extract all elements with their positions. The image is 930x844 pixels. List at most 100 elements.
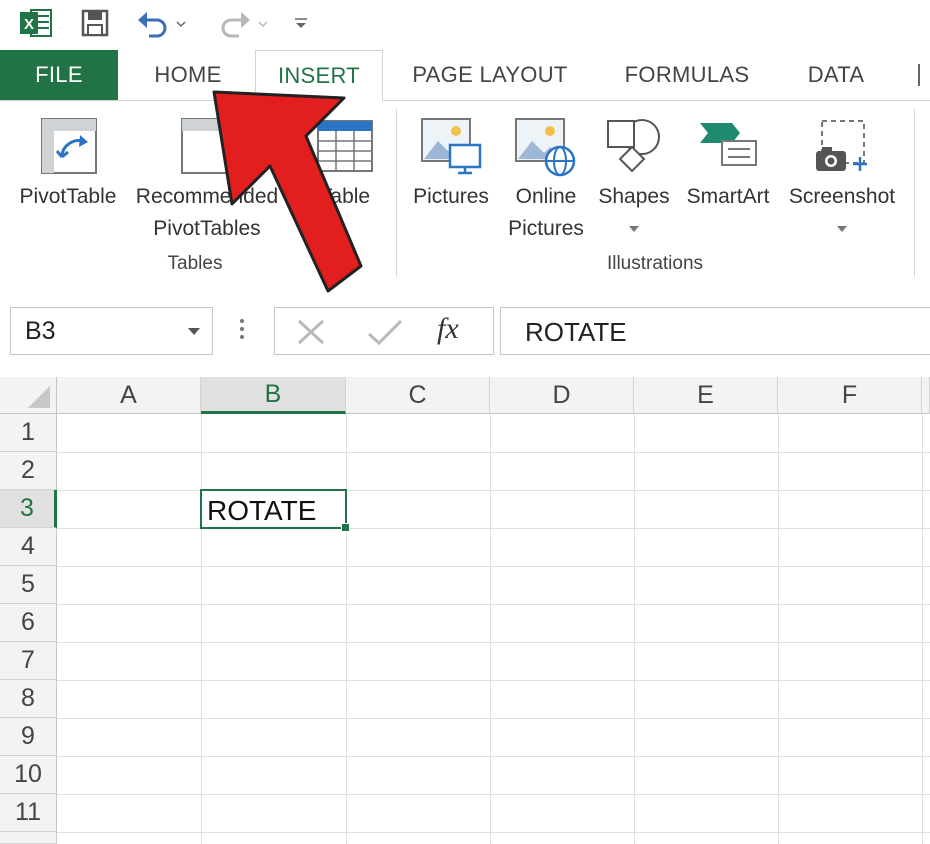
grid-line: [57, 794, 930, 795]
table-label: Table: [319, 185, 371, 208]
online-pictures-button[interactable]: Online Pictures: [500, 115, 592, 245]
row-header-4[interactable]: 4: [0, 528, 57, 566]
grid-line: [57, 642, 930, 643]
formula-buttons-box: fx: [274, 307, 494, 355]
excel-logo-icon: X: [16, 6, 56, 40]
row-header-7[interactable]: 7: [0, 642, 57, 680]
smartart-label: SmartArt: [686, 185, 770, 208]
save-icon[interactable]: [78, 6, 112, 40]
grid-line: [346, 414, 347, 844]
row-header-2[interactable]: 2: [0, 452, 57, 490]
column-header-b[interactable]: B: [201, 377, 346, 414]
grid-line: [490, 414, 491, 844]
undo-icon[interactable]: [134, 6, 190, 40]
recommended-label-line1: Recommended: [135, 185, 279, 208]
pivottable-icon: [41, 118, 97, 174]
grid-line: [57, 756, 930, 757]
grid-line: [57, 604, 930, 605]
select-all-triangle-icon: [28, 386, 50, 408]
shapes-button[interactable]: Shapes: [594, 115, 674, 245]
shapes-label: Shapes: [598, 185, 670, 208]
group-separator: [396, 109, 397, 277]
pivottable-label: PivotTable: [19, 185, 117, 208]
smartart-icon: [700, 123, 757, 166]
screenshot-button[interactable]: Screenshot: [780, 115, 904, 245]
grid-line: [57, 680, 930, 681]
column-header-a[interactable]: A: [57, 377, 201, 414]
tab-home[interactable]: HOME: [128, 50, 248, 100]
redo-icon[interactable]: [214, 6, 270, 40]
column-header-f[interactable]: F: [778, 377, 922, 414]
grid-line: [922, 414, 923, 844]
recommended-pivottables-button[interactable]: Recommended PivotTables: [132, 115, 282, 245]
confirm-entry-icon[interactable]: [365, 318, 405, 346]
pictures-button[interactable]: Pictures: [402, 115, 500, 245]
row-header-10[interactable]: 10: [0, 756, 57, 794]
formula-input[interactable]: ROTATE: [500, 307, 930, 355]
name-box[interactable]: B3: [10, 307, 213, 355]
row-header-11[interactable]: 11: [0, 794, 57, 832]
pictures-icon: [421, 118, 482, 175]
fill-handle[interactable]: [341, 523, 350, 532]
column-header-e[interactable]: E: [634, 377, 778, 414]
row-header-3[interactable]: 3: [0, 490, 57, 528]
tab-formulas[interactable]: FORMULAS: [608, 50, 766, 100]
pivottable-button[interactable]: PivotTable: [6, 115, 130, 245]
column-header-c[interactable]: C: [346, 377, 490, 414]
tab-data[interactable]: DATA: [790, 50, 882, 100]
table-button[interactable]: Table: [300, 115, 390, 245]
cancel-entry-icon[interactable]: [293, 318, 329, 346]
ribbon-insert: PivotTable Recommended PivotTables Table…: [0, 101, 930, 286]
pictures-label: Pictures: [413, 185, 489, 208]
grid-line: [57, 718, 930, 719]
grid-line: [201, 414, 202, 844]
ribbon-tabs: FILE HOME INSERT PAGE LAYOUT FORMULAS DA…: [0, 50, 930, 101]
shapes-icon: [607, 119, 660, 173]
column-header-d[interactable]: D: [490, 377, 634, 414]
tab-file[interactable]: FILE: [0, 50, 118, 100]
grid-line: [634, 414, 635, 844]
row-header-8[interactable]: 8: [0, 680, 57, 718]
svg-text:X: X: [24, 16, 34, 33]
row-header-9[interactable]: 9: [0, 718, 57, 756]
tab-overflow: [908, 50, 930, 100]
tab-page-layout[interactable]: PAGE LAYOUT: [400, 50, 580, 100]
cell-b3-value: ROTATE: [207, 495, 317, 526]
tables-group-label: Tables: [167, 253, 223, 274]
grid-line: [778, 414, 779, 844]
select-all-button[interactable]: [0, 377, 57, 414]
row-header-1[interactable]: 1: [0, 414, 57, 452]
grid-line: [57, 832, 930, 833]
name-box-dropdown-icon[interactable]: [186, 326, 202, 338]
row-header-12[interactable]: [0, 832, 57, 844]
row-header-6[interactable]: 6: [0, 604, 57, 642]
grid-line: [57, 452, 930, 453]
tab-insert[interactable]: INSERT: [255, 50, 383, 101]
smartart-button[interactable]: SmartArt: [678, 115, 778, 245]
screenshot-icon: [816, 120, 867, 171]
group-separator: [914, 109, 915, 277]
formula-bar-area: B3 fx ROTATE: [0, 285, 930, 377]
customize-qat-icon[interactable]: [288, 6, 314, 40]
name-box-value: B3: [25, 317, 56, 345]
insert-function-button[interactable]: fx: [437, 312, 459, 346]
grid-line: [57, 566, 930, 567]
column-header-g[interactable]: [922, 377, 930, 414]
grid-line: [57, 490, 930, 491]
row-header-5[interactable]: 5: [0, 566, 57, 604]
formula-bar-grip-icon[interactable]: [236, 315, 248, 345]
table-icon: [317, 120, 373, 172]
active-cell-b3[interactable]: ROTATE: [200, 489, 350, 532]
online-pictures-label-line1: Online: [515, 185, 577, 208]
shapes-dropdown-icon: [629, 226, 639, 232]
illustrations-group-label: Illustrations: [606, 253, 704, 274]
online-pictures-icon: [515, 118, 576, 177]
quick-access-toolbar: X: [0, 0, 930, 50]
recommended-label-line2: PivotTables: [153, 217, 261, 240]
grid-line: [57, 528, 930, 529]
screenshot-dropdown-icon: [837, 226, 847, 232]
screenshot-label: Screenshot: [788, 185, 896, 208]
worksheet-grid[interactable]: A B C D E F 1 2 3 4 5 6 7 8 9 10 11 ROTA…: [0, 377, 930, 844]
online-pictures-label-line2: Pictures: [508, 217, 584, 240]
formula-input-value: ROTATE: [525, 317, 627, 347]
